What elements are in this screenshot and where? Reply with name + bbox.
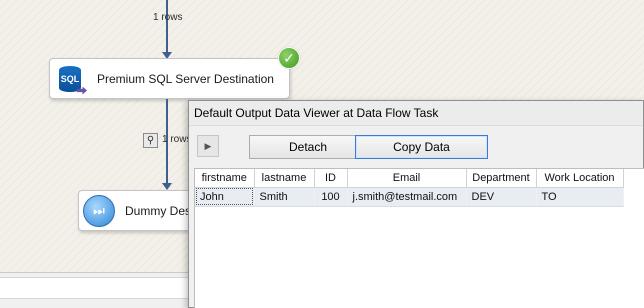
table-row[interactable]: John Smith 100 j.smith@testmail.com DEV … bbox=[195, 187, 624, 207]
column-header[interactable]: ID bbox=[314, 169, 348, 188]
canvas-bottom-strip bbox=[0, 277, 190, 299]
column-header[interactable]: Work Location bbox=[536, 169, 624, 188]
upper-connector-rows-label: 1 rows bbox=[153, 12, 183, 23]
table-cell[interactable]: j.smith@testmail.com bbox=[347, 187, 467, 207]
column-header[interactable]: Email bbox=[347, 169, 467, 188]
data-viewer-title[interactable]: Default Output Data Viewer at Data Flow … bbox=[189, 101, 643, 126]
sql-server-destination-component[interactable]: SQL Premium SQL Server Destination bbox=[49, 58, 290, 99]
data-viewer-toolbar: ▶ Detach Copy Data bbox=[189, 126, 643, 164]
copy-data-button[interactable]: Copy Data bbox=[355, 135, 488, 159]
table-cell[interactable]: 100 bbox=[314, 187, 348, 207]
data-viewer-window[interactable]: Default Output Data Viewer at Data Flow … bbox=[188, 100, 644, 308]
column-header[interactable]: firstname bbox=[195, 169, 255, 188]
data-grid[interactable]: firstname lastname ID Email Department W… bbox=[194, 168, 644, 308]
sql-destination-label: Premium SQL Server Destination bbox=[97, 71, 274, 86]
sql-icon-text: SQL bbox=[59, 65, 81, 92]
data-viewer-icon[interactable]: ⚲ bbox=[143, 133, 158, 148]
header-row: firstname lastname ID Email Department W… bbox=[195, 169, 624, 188]
dummy-destination-icon: ⏭ bbox=[83, 194, 115, 227]
table-cell[interactable]: Smith bbox=[254, 187, 315, 207]
success-check-icon: ✓ bbox=[278, 47, 300, 69]
play-icon[interactable]: ▶ bbox=[197, 135, 219, 157]
data-table: firstname lastname ID Email Department W… bbox=[195, 169, 624, 207]
table-cell[interactable]: TO bbox=[536, 187, 624, 207]
table-cell[interactable]: John bbox=[195, 187, 255, 207]
table-cell[interactable]: DEV bbox=[466, 187, 537, 207]
column-header[interactable]: lastname bbox=[254, 169, 315, 188]
upper-connector-line[interactable] bbox=[166, 0, 168, 52]
lower-connector-arrow-icon bbox=[162, 183, 172, 190]
column-header[interactable]: Department bbox=[466, 169, 537, 188]
sql-database-icon: SQL bbox=[57, 63, 87, 95]
detach-button[interactable]: Detach bbox=[249, 135, 367, 159]
